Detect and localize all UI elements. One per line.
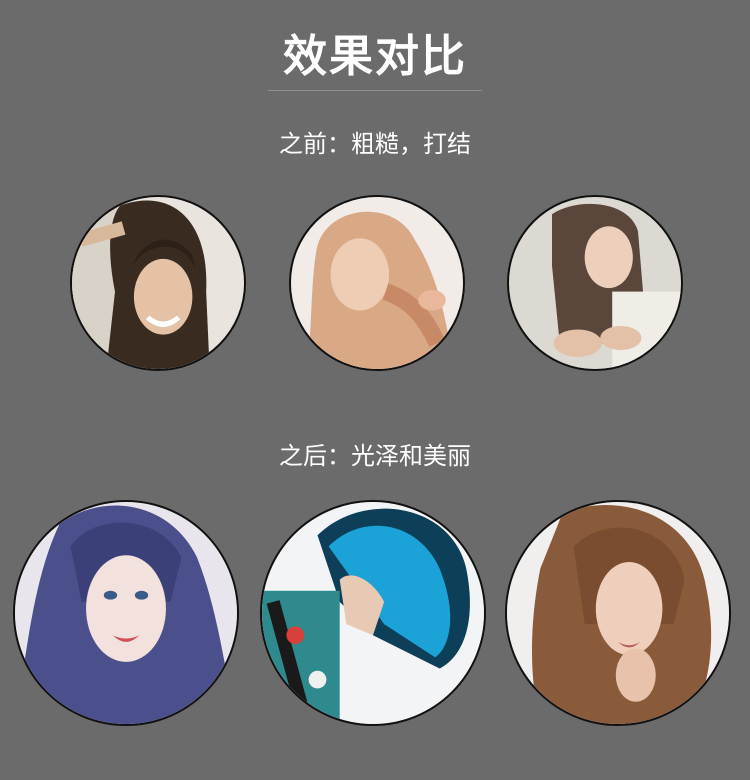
before-section-label: 之前：粗糙，打结 bbox=[279, 130, 471, 158]
before-photo-2 bbox=[289, 195, 465, 371]
before-photo-1 bbox=[70, 195, 246, 371]
after-photo-1 bbox=[13, 500, 239, 726]
title-divider bbox=[268, 90, 482, 91]
after-photo-2 bbox=[260, 500, 486, 726]
page-title: 效果对比 bbox=[283, 31, 467, 82]
before-photo-3 bbox=[507, 195, 683, 371]
after-section-label: 之后：光泽和美丽 bbox=[279, 442, 471, 470]
after-photo-3 bbox=[505, 500, 731, 726]
